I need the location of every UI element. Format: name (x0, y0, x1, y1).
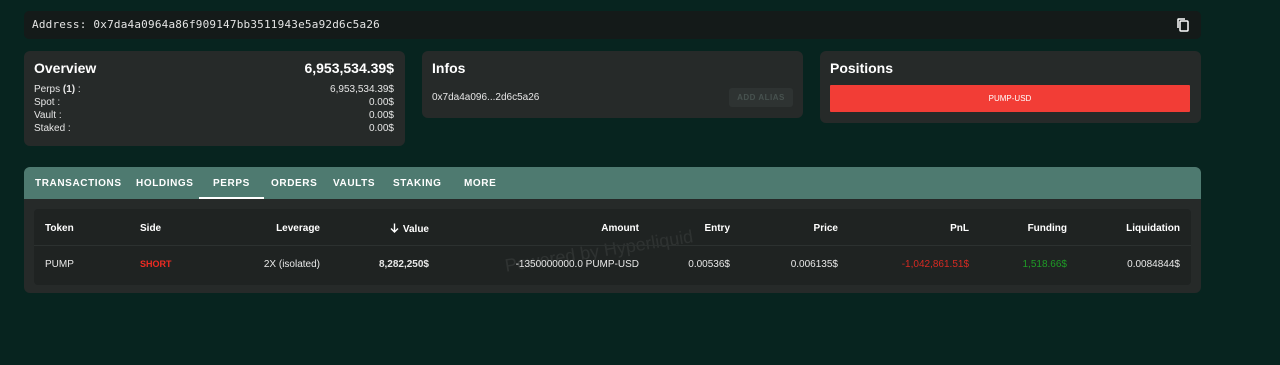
tab-more[interactable]: MORE (464, 167, 496, 199)
column-header-price[interactable]: Price (814, 223, 838, 234)
copy-icon[interactable] (1175, 17, 1191, 33)
overview-row-value: 6,953,534.39$ (330, 84, 394, 95)
positions-panel: TRANSACTIONS HOLDINGS PERPS ORDERS VAULT… (24, 167, 1201, 293)
infos-card: Infos 0x7da4a096...2d6c5a26 ADD ALIAS (422, 51, 803, 118)
perps-table: Powered by Hyperliquid Token Side Levera… (34, 209, 1191, 285)
overview-title: Overview (34, 60, 97, 76)
address-text: Address: 0x7da4a0964a86f909147bb3511943e… (32, 18, 380, 31)
overview-row-label: Spot : (34, 97, 61, 108)
short-address: 0x7da4a096...2d6c5a26 (432, 92, 540, 103)
overview-row-label: Staked : (34, 123, 71, 134)
infos-title: Infos (432, 60, 466, 76)
tab-bar: TRANSACTIONS HOLDINGS PERPS ORDERS VAULT… (24, 167, 1201, 199)
tab-staking[interactable]: STAKING (393, 167, 441, 199)
overview-row-value: 0.00$ (368, 110, 394, 121)
column-header-value[interactable]: Value (390, 223, 429, 235)
address-value[interactable]: 0x7da4a0964a86f909147bb3511943e5a92d6c5a… (93, 18, 380, 31)
cell-leverage: 2X (isolated) (263, 259, 320, 270)
column-header-leverage[interactable]: Leverage (276, 223, 320, 234)
cell-amount: -1350000000.0 PUMP-USD (515, 259, 639, 270)
column-header-entry[interactable]: Entry (704, 223, 730, 234)
position-pump-usd-button[interactable]: PUMP-USD (830, 85, 1190, 112)
add-alias-button[interactable]: ADD ALIAS (729, 88, 793, 107)
overview-row-value: 0.00$ (368, 97, 394, 108)
column-header-amount[interactable]: Amount (601, 223, 639, 234)
positions-card: Positions PUMP-USD (820, 51, 1201, 123)
cell-side: SHORT (140, 259, 172, 269)
overview-card: Overview 6,953,534.39$ Perps (1) : 6,953… (24, 51, 405, 146)
tab-transactions[interactable]: TRANSACTIONS (35, 167, 122, 199)
tab-holdings[interactable]: HOLDINGS (136, 167, 194, 199)
overview-row-spot: Spot : 0.00$ (34, 97, 394, 109)
overview-row-label: Perps (1) : (34, 84, 81, 95)
address-bar: Address: 0x7da4a0964a86f909147bb3511943e… (24, 11, 1201, 39)
column-header-token[interactable]: Token (45, 223, 74, 234)
tab-vaults[interactable]: VAULTS (333, 167, 375, 199)
address-label: Address: (32, 18, 87, 31)
overview-row-label: Vault : (34, 110, 62, 121)
overview-row-perps: Perps (1) : 6,953,534.39$ (34, 84, 394, 96)
cell-funding: 1,518.66$ (1022, 259, 1068, 270)
tab-orders[interactable]: ORDERS (271, 167, 317, 199)
cell-value: 8,282,250$ (378, 259, 429, 270)
column-header-value-label: Value (402, 224, 429, 235)
overview-row-vault: Vault : 0.00$ (34, 110, 394, 122)
cell-token: PUMP (45, 259, 74, 270)
overview-row-staked: Staked : 0.00$ (34, 123, 394, 135)
overview-total: 6,953,534.39$ (304, 60, 394, 76)
positions-title: Positions (830, 60, 894, 76)
arrow-down-icon (390, 223, 399, 233)
cell-pnl: -1,042,861.51$ (901, 259, 969, 270)
tab-perps[interactable]: PERPS (199, 167, 264, 199)
column-header-pnl[interactable]: PnL (950, 223, 969, 234)
header-divider (34, 245, 1191, 246)
column-header-funding[interactable]: Funding (1028, 223, 1067, 234)
cell-price: 0.006135$ (790, 259, 838, 270)
overview-row-value: 0.00$ (368, 123, 394, 134)
cell-liquidation: 0.0084844$ (1127, 259, 1180, 270)
column-header-side[interactable]: Side (140, 223, 161, 234)
column-header-liquidation[interactable]: Liquidation (1126, 223, 1180, 234)
cell-entry: 0.00536$ (688, 259, 730, 270)
